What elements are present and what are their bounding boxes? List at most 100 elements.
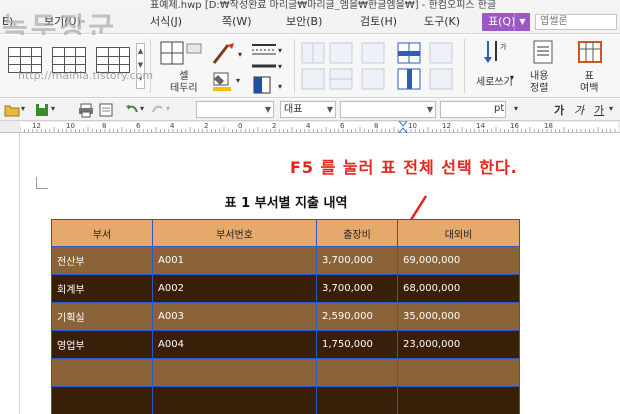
ruler-indent-marker-icon[interactable]	[398, 121, 408, 133]
table-cell[interactable]	[51, 358, 153, 387]
insert-row-icon[interactable]	[396, 41, 424, 91]
split-cells-icon[interactable]	[360, 41, 390, 91]
page-edge	[19, 133, 20, 414]
table-row: 영업부 A004 1,750,000 23,000,000	[51, 330, 520, 359]
header-cell[interactable]: 출장비	[316, 219, 398, 247]
ruler-number: 10	[408, 122, 417, 130]
ruler-number: 0	[238, 122, 243, 130]
header-cell[interactable]: 부서번호	[152, 219, 317, 247]
redo-icon[interactable]	[150, 102, 166, 118]
delete-row-icon[interactable]	[428, 41, 456, 91]
ruler-number: 12	[442, 122, 451, 130]
header-cell[interactable]: 부서	[51, 219, 153, 247]
table-cell[interactable]: 69,000,000	[397, 246, 520, 275]
table-cell[interactable]: 2,590,000	[316, 302, 398, 331]
table-margin-icon[interactable]	[576, 39, 604, 67]
menu-format[interactable]: 서식(J)	[150, 13, 182, 31]
cell-border-label[interactable]: 셀 테두리	[170, 71, 198, 95]
menu-edit[interactable]: E)	[2, 13, 13, 31]
underline-dropdown-icon[interactable]: ▾	[609, 104, 613, 113]
font-type-select[interactable]: 대표 ▼	[280, 101, 336, 118]
line-style-icon[interactable]: ▾ ▾ ▾	[250, 39, 286, 97]
style-select[interactable]: ▼	[196, 101, 274, 118]
ruler-number: 6	[136, 122, 141, 130]
window-title: 표예제.hwp [D:₩작성완료 마리글₩마리글_엠을₩한글엠을₩] - 한컴오…	[150, 0, 497, 10]
cell-border-icon[interactable]	[160, 41, 206, 67]
merge-cells-icon[interactable]	[300, 41, 356, 91]
open-dropdown-icon[interactable]: ▾	[21, 104, 25, 113]
table-header-row: 부서 부서번호 출장비 대외비	[51, 219, 520, 247]
table-cell[interactable]: A003	[152, 302, 317, 331]
vertical-text-icon[interactable]: 가	[480, 39, 510, 67]
font-size-spin-icon[interactable]: ▾	[514, 104, 518, 113]
table-cell[interactable]: 23,000,000	[397, 330, 520, 359]
header-cell[interactable]: 대외비	[397, 219, 520, 247]
table-cell[interactable]: 기획실	[51, 302, 153, 331]
content-align-icon[interactable]	[532, 39, 556, 67]
expense-table[interactable]: 부서 부서번호 출장비 대외비 전산부 A001 3,700,000 69,00…	[51, 219, 520, 414]
italic-button[interactable]: 가	[574, 102, 584, 118]
preview-icon[interactable]	[98, 102, 114, 118]
save-icon[interactable]	[34, 102, 50, 118]
menu-view[interactable]: 보기(U)	[44, 13, 81, 31]
brush-icon[interactable]: ▾	[210, 41, 246, 67]
undo-dropdown-icon[interactable]: ▾	[140, 104, 144, 113]
open-folder-icon[interactable]	[4, 102, 20, 118]
table-cell[interactable]	[51, 386, 153, 414]
table-cell[interactable]	[152, 358, 317, 387]
vertical-text-dropdown-icon[interactable]: ▾	[510, 73, 514, 82]
ruler-number: 16	[510, 122, 519, 130]
font-name-select[interactable]: ▼	[340, 101, 436, 118]
table-row: 회계부 A002 3,700,000 68,000,000	[51, 274, 520, 303]
menu-tools[interactable]: 도구(K)	[424, 13, 460, 31]
table-cell[interactable]	[397, 358, 520, 387]
table-margin-label[interactable]: 표 여백	[580, 71, 598, 95]
menu-security[interactable]: 보안(B)	[286, 13, 322, 31]
table-cell[interactable]: 회계부	[51, 274, 153, 303]
table-style-1-icon[interactable]	[8, 47, 42, 73]
table-cell[interactable]	[316, 386, 398, 414]
annotation-text: F5 를 눌러 표 전체 선택 한다.	[290, 158, 518, 177]
table-cell[interactable]: 68,000,000	[397, 274, 520, 303]
table-cell[interactable]: A001	[152, 246, 317, 275]
table-cell[interactable]: 3,700,000	[316, 274, 398, 303]
ruler-number: 14	[476, 122, 485, 130]
table-caption: 표 1 부서별 지출 내역	[224, 196, 348, 211]
save-dropdown-icon[interactable]: ▾	[51, 104, 55, 113]
table-cell[interactable]	[152, 386, 317, 414]
undo-icon[interactable]	[124, 102, 140, 118]
underline-button[interactable]: 가	[594, 102, 604, 118]
menu-table-dropdown-icon[interactable]: ▼	[514, 13, 530, 31]
content-align-label[interactable]: 내용 정렬	[530, 71, 548, 95]
table-cell[interactable]: A002	[152, 274, 317, 303]
print-icon[interactable]	[78, 102, 94, 118]
menu-page[interactable]: 쪽(W)	[222, 13, 252, 31]
ribbon-separator	[294, 39, 295, 93]
fill-color-icon[interactable]: ▾	[210, 71, 246, 93]
vertical-text-label[interactable]: 세로쓰기	[476, 73, 513, 88]
table-cell[interactable]: 영업부	[51, 330, 153, 359]
bold-button[interactable]: 가	[554, 102, 564, 118]
help-search-input[interactable]: 엽썰론	[535, 14, 617, 30]
table-style-3-icon[interactable]	[96, 47, 130, 73]
menu-review[interactable]: 검토(H)	[360, 13, 397, 31]
title-bar: 표예제.hwp [D:₩작성완료 마리글₩마리글_엠을₩한글엠을₩] - 한컴오…	[0, 0, 620, 10]
svg-text:▾: ▾	[278, 62, 282, 71]
ribbon-separator	[150, 39, 151, 93]
formatting-toolbar: ▾ ▾ ▾ ▾ ▼ 대표 ▼ ▼ pt ▾ 가 가 가 ▾	[0, 99, 620, 121]
table-style-2-icon[interactable]	[52, 47, 86, 73]
table-cell[interactable]: 3,700,000	[316, 246, 398, 275]
table-cell[interactable]: A004	[152, 330, 317, 359]
horizontal-ruler[interactable]: 12 10 8 6 4 2 0 2 4 6 8 10 12 14 16 18	[0, 121, 620, 133]
ruler-number: 18	[544, 122, 553, 130]
table-cell[interactable]: 1,750,000	[316, 330, 398, 359]
table-cell[interactable]	[316, 358, 398, 387]
table-cell[interactable]: 35,000,000	[397, 302, 520, 331]
table-cell[interactable]	[397, 386, 520, 414]
gallery-scroll-icon[interactable]: ▲ ▼ ▾	[136, 43, 145, 89]
table-row: 전산부 A001 3,700,000 69,000,000	[51, 246, 520, 275]
table-row: 기획실 A003 2,590,000 35,000,000	[51, 302, 520, 331]
ruler-number: 4	[170, 122, 175, 130]
redo-dropdown-icon[interactable]: ▾	[166, 104, 170, 113]
table-cell[interactable]: 전산부	[51, 246, 153, 275]
